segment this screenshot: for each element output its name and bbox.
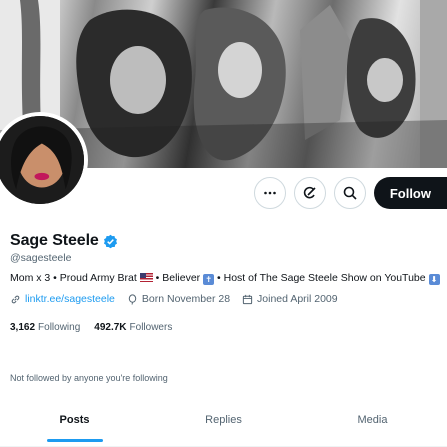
tab-posts[interactable]: Posts [0, 400, 149, 446]
tab-posts-label: Posts [59, 414, 90, 426]
cross-emoji-icon: ✝ [203, 274, 215, 285]
profile-actions: Follow [246, 177, 447, 209]
more-button[interactable] [253, 177, 286, 209]
tab-media[interactable]: Media [298, 400, 447, 446]
not-followed-notice: Not followed by anyone you're following [10, 373, 168, 383]
bio-text-2: • Believer [155, 272, 201, 284]
more-icon [264, 191, 276, 195]
verified-badge-icon[interactable] [103, 234, 118, 249]
avatar-image [0, 116, 84, 204]
balloon-icon [128, 293, 137, 305]
profile-meta: linktr.ee/sagesteele Born November 28 Jo… [10, 293, 350, 305]
tab-media-label: Media [357, 414, 388, 426]
bio-text-1: Mom x 3 • Proud Army Brat [10, 272, 137, 284]
website-link[interactable]: linktr.ee/sagesteele [25, 293, 115, 305]
avatar[interactable] [0, 112, 88, 208]
profile-bio: Mom x 3 • Proud Army Brat • Believer ✝ •… [10, 253, 442, 287]
profile-name-row: Sage Steele [10, 232, 118, 250]
grok-icon [303, 186, 316, 199]
followers-label: Followers [129, 322, 173, 333]
calendar-icon [242, 294, 253, 304]
profile-tabs: Posts Replies Media [0, 400, 447, 447]
tab-replies-label: Replies [205, 414, 242, 426]
following-count: 3,162 [10, 322, 36, 333]
active-tab-indicator [46, 439, 103, 442]
bio-text-3: • Host of The Sage Steele Show on YouTub… [217, 272, 426, 284]
followers-count: 492.7K [94, 322, 127, 333]
search-button[interactable] [333, 177, 366, 209]
grok-button[interactable] [293, 177, 326, 209]
following-stat[interactable]: 3,162 Following [10, 322, 80, 333]
followers-stat[interactable]: 492.7K Followers [94, 322, 172, 333]
follow-button[interactable]: Follow [373, 177, 447, 209]
following-label: Following [38, 322, 81, 333]
birthday-item: Born November 28 [127, 293, 230, 305]
us-flag-icon [139, 273, 153, 282]
display-name: Sage Steele [10, 232, 99, 249]
birthday-text: Born November 28 [141, 293, 231, 305]
search-icon [343, 186, 357, 200]
joined-item: Joined April 2009 [242, 293, 338, 305]
website-item[interactable]: linktr.ee/sagesteele [10, 293, 115, 305]
tab-replies[interactable]: Replies [149, 400, 298, 446]
joined-text: Joined April 2009 [257, 293, 338, 305]
down-arrow-emoji-icon: ⬇ [428, 274, 440, 285]
link-icon [11, 295, 20, 303]
follow-stats: 3,162 Following 492.7K Followers [10, 322, 186, 333]
